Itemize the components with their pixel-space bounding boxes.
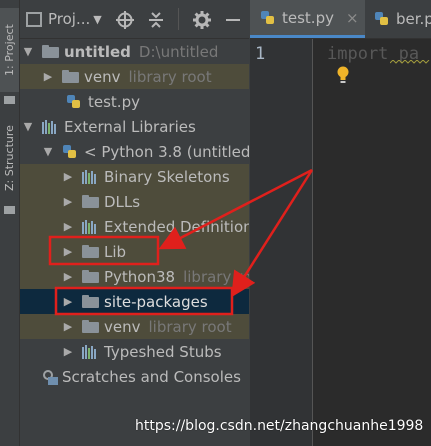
tree-row-secondary: library root [128,67,212,86]
tab-test-py[interactable]: test.py × [250,0,365,38]
expand-arrow-icon[interactable]: ▼ [22,120,34,133]
tab-label: test.py [282,8,334,27]
scratches-icon [42,369,58,385]
tree-row-dlls[interactable]: ▶ DLLs [20,189,249,214]
folder-icon [82,245,99,258]
structure-tool-tab[interactable]: Z: Structure [0,112,19,204]
folder-icon [82,270,99,283]
tree-row-extended-definitions[interactable]: ▶ Extended Definitions [20,214,249,239]
collapse-arrow-icon[interactable]: ▶ [62,345,74,358]
python-file-icon [260,10,276,26]
tree-row-label: < Python 3.8 (untitled) [84,142,249,161]
collapse-arrow-icon[interactable]: ▶ [62,320,74,333]
tree-row-venv[interactable]: ▶ venv library root [20,64,249,89]
project-tree: ▼ untitled D:\untitled ▶ venv library ro… [20,39,249,446]
collapse-arrow-icon[interactable]: ▶ [62,270,74,283]
watermark-url: https://blog.csdn.net/zhangchuanhe1998 [135,418,424,434]
tree-row-scratches[interactable]: Scratches and Consoles [20,364,249,389]
collapse-arrow-icon[interactable]: ▶ [62,220,74,233]
tree-row-label: site-packages [104,292,208,311]
tree-row-python-sdk[interactable]: ▼ < Python 3.8 (untitled) [20,139,249,164]
tree-row-venv-sdk[interactable]: ▶ venv library root [20,314,249,339]
project-view-selector[interactable]: Proj... ▼ [26,0,102,38]
gear-icon[interactable] [192,11,211,29]
tree-row-site-packages[interactable]: ▶ site-packages [20,289,249,314]
warning-squiggle [390,60,430,64]
folder-icon [42,45,59,58]
tab-second-file[interactable]: ber.p [368,0,431,38]
folder-icon [82,295,99,308]
structure-strip-icon [4,206,15,214]
lightbulb-icon[interactable] [336,66,350,84]
tree-row-test-py[interactable]: test.py [20,89,249,114]
close-icon[interactable]: × [346,9,359,27]
tree-row-label: Scratches and Consoles [62,367,241,386]
toolbar-divider [177,8,179,30]
tree-row-lib[interactable]: ▶ Lib [20,239,249,264]
python-file-icon [66,94,82,110]
collapse-icon[interactable] [148,11,164,28]
collapse-arrow-icon[interactable]: ▶ [42,70,54,83]
expand-arrow-icon[interactable]: ▼ [22,45,34,58]
tree-row-label: External Libraries [64,117,196,136]
tree-row-path: D:\untitled [138,42,219,61]
folder-icon [82,195,99,208]
tree-row-label: Binary Skeletons [104,167,230,186]
project-toolbar: Proj... ▼ [20,0,249,39]
editor-area: test.py × ber.p 1 import pa [250,0,431,446]
folder-icon [82,320,99,333]
folder-icon [62,70,79,83]
editor-tab-bar: test.py × ber.p [250,0,431,39]
project-window-icon [26,11,42,27]
python-icon [62,144,78,160]
chevron-down-icon: ▼ [93,12,102,26]
library-icon [82,344,98,359]
tree-row-binary-skeletons[interactable]: ▶ Binary Skeletons [20,164,249,189]
collapse-arrow-icon[interactable]: ▶ [62,245,74,258]
tree-row-label: DLLs [104,192,141,211]
tree-row-external-libraries[interactable]: ▼ External Libraries [20,114,249,139]
project-tool-tab[interactable]: 1: Project [0,8,19,92]
collapse-arrow-icon[interactable]: ▶ [62,195,74,208]
line-number: 1 [255,44,266,64]
tree-row-label: Lib [104,242,127,261]
tree-row-untitled[interactable]: ▼ untitled D:\untitled [20,39,249,64]
project-strip-icon [4,96,15,104]
python-file-icon [374,11,390,27]
library-icon [82,219,98,234]
collapse-arrow-icon[interactable]: ▶ [62,295,74,308]
tab-label: ber.p [396,10,431,28]
tool-window-strip: 1: Project Z: Structure [0,0,20,446]
tree-row-label: Typeshed Stubs [104,342,222,361]
tree-row-python38[interactable]: ▶ Python38 library root [20,264,249,289]
library-icon [82,169,98,184]
project-view-title: Proj... [48,10,91,28]
target-icon[interactable] [115,11,134,29]
library-icon [42,119,58,134]
tree-row-label: test.py [88,92,140,111]
collapse-arrow-icon[interactable]: ▶ [62,170,74,183]
tree-row-label: Extended Definitions [104,217,249,236]
line-gutter [250,39,313,446]
tree-row-label: Python38 [104,267,176,286]
tree-row-label: venv [104,317,141,336]
tree-row-label: untitled [64,42,131,61]
expand-arrow-icon[interactable]: ▼ [42,145,54,158]
tree-row-secondary: library root [148,317,232,336]
tree-row-label: venv [84,67,121,86]
tree-row-secondary: library root [183,267,249,286]
minimize-icon[interactable] [225,11,241,27]
tree-row-typeshed-stubs[interactable]: ▶ Typeshed Stubs [20,339,249,364]
